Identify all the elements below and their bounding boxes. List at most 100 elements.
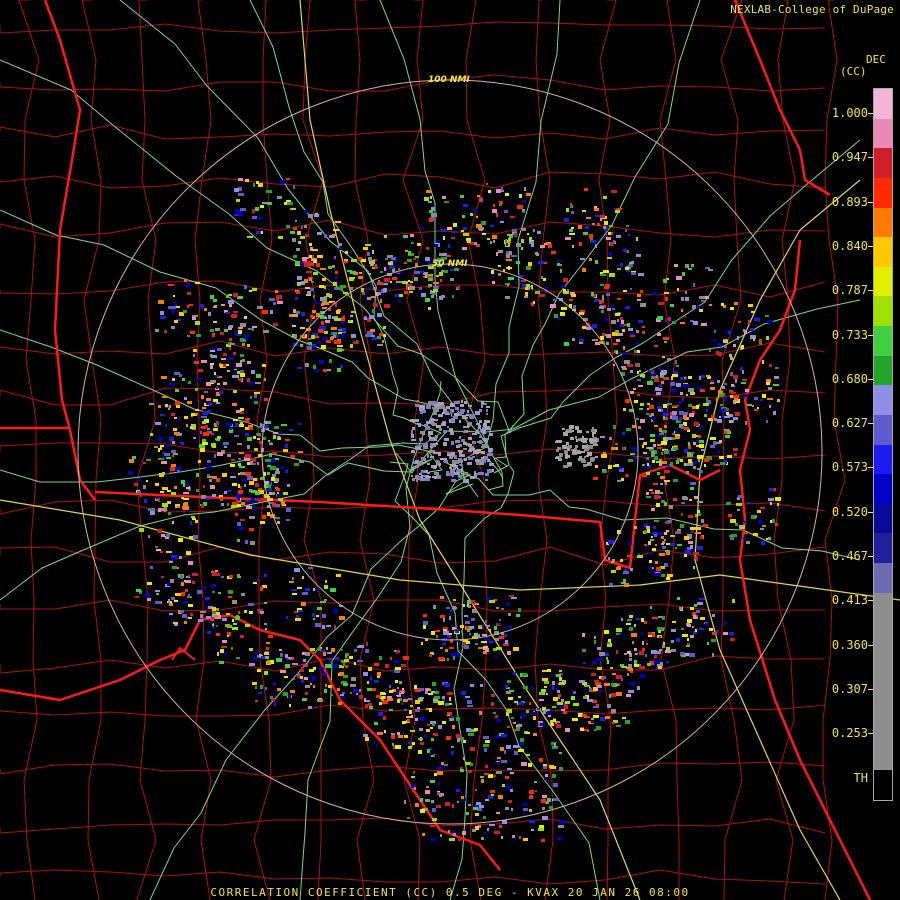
radar-echo	[704, 414, 707, 417]
radar-echo	[616, 628, 622, 632]
radar-echo	[299, 284, 301, 286]
radar-echo	[484, 832, 487, 834]
radar-echo	[552, 706, 556, 708]
radar-echo	[491, 702, 494, 706]
radar-echo	[235, 616, 240, 620]
radar-echo	[139, 528, 144, 532]
radar-echo	[519, 742, 524, 745]
radar-echo	[607, 704, 611, 708]
radar-echo	[671, 640, 674, 643]
color-scale-tick	[868, 334, 873, 336]
radar-echo	[729, 420, 733, 423]
radar-echo	[610, 667, 613, 669]
radar-echo	[486, 183, 488, 185]
radar-echo	[210, 618, 214, 621]
radar-echo	[233, 311, 238, 313]
radar-echo	[529, 820, 535, 823]
radar-echo	[343, 663, 345, 666]
radar-echo	[640, 303, 646, 307]
radar-echo	[328, 266, 332, 269]
radar-echo	[277, 494, 281, 497]
radar-echo	[205, 498, 210, 500]
radar-echo	[479, 197, 482, 201]
radar-echo	[596, 704, 599, 706]
radar-echo	[631, 633, 637, 637]
radar-echo	[244, 285, 247, 289]
radar-echo	[591, 439, 597, 442]
radar-echo	[583, 696, 587, 699]
radar-echo	[235, 209, 240, 213]
radar-echo	[699, 296, 705, 299]
radar-echo	[507, 726, 510, 728]
radar-echo	[240, 323, 246, 327]
radar-echo	[411, 467, 414, 470]
radar-echo	[735, 412, 740, 416]
radar-echo	[669, 505, 673, 509]
radar-echo	[632, 641, 634, 644]
radar-echo	[557, 690, 560, 693]
radar-echo	[520, 716, 522, 719]
radar-echo	[369, 315, 374, 319]
radar-echo	[584, 188, 588, 191]
radar-echo	[609, 694, 611, 698]
radar-echo	[236, 500, 239, 504]
radar-echo	[378, 712, 383, 716]
radar-echo	[649, 560, 652, 563]
radar-echo	[198, 369, 203, 372]
radar-echo	[433, 443, 438, 445]
radar-echo	[622, 432, 625, 435]
radar-echo	[499, 201, 503, 204]
radar-echo	[677, 597, 680, 600]
radar-echo	[501, 608, 504, 610]
radar-echo	[328, 685, 332, 688]
radar-echo	[232, 619, 234, 622]
radar-echo	[523, 686, 528, 689]
radar-echo	[268, 440, 270, 442]
radar-echo	[257, 579, 259, 581]
radar-echo	[514, 701, 518, 703]
radar-echo	[552, 774, 556, 778]
radar-echo	[754, 318, 760, 321]
radar-echo	[230, 476, 236, 478]
scale-title-line1: DEC	[866, 53, 886, 66]
radar-echo	[301, 602, 306, 606]
radar-echo	[286, 519, 290, 521]
radar-echo	[684, 422, 687, 426]
radar-echo	[724, 431, 727, 434]
radar-echo	[308, 338, 311, 340]
radar-echo	[231, 647, 233, 650]
radar-echo	[642, 641, 644, 645]
radar-echo	[687, 619, 692, 623]
radar-echo	[262, 202, 267, 204]
color-scale-segment	[874, 444, 892, 475]
radar-echo	[553, 798, 559, 801]
radar-echo	[654, 573, 660, 576]
radar-echo	[221, 503, 224, 506]
radar-echo	[563, 432, 568, 436]
radar-echo	[589, 258, 592, 261]
radar-echo	[426, 786, 429, 788]
radar-echo	[182, 614, 187, 618]
radar-echo	[365, 737, 369, 741]
radar-echo	[294, 568, 300, 572]
radar-echo	[680, 459, 683, 462]
radar-echo	[675, 436, 680, 439]
radar-echo	[632, 425, 636, 428]
radar-echo	[481, 446, 487, 448]
radar-echo	[696, 527, 701, 530]
radar-echo	[250, 396, 252, 399]
road	[449, 465, 515, 900]
radar-echo	[423, 625, 426, 629]
radar-echo	[334, 625, 336, 629]
radar-echo	[302, 652, 305, 655]
radar-echo	[521, 247, 523, 250]
radar-echo	[616, 351, 618, 354]
radar-echo	[188, 561, 193, 565]
radar-echo	[505, 685, 508, 688]
radar-echo	[183, 601, 188, 604]
radar-echo	[463, 448, 467, 450]
radar-echo	[718, 390, 722, 394]
radar-echo	[611, 709, 616, 713]
radar-echo	[569, 233, 575, 235]
radar-echo	[160, 311, 164, 315]
